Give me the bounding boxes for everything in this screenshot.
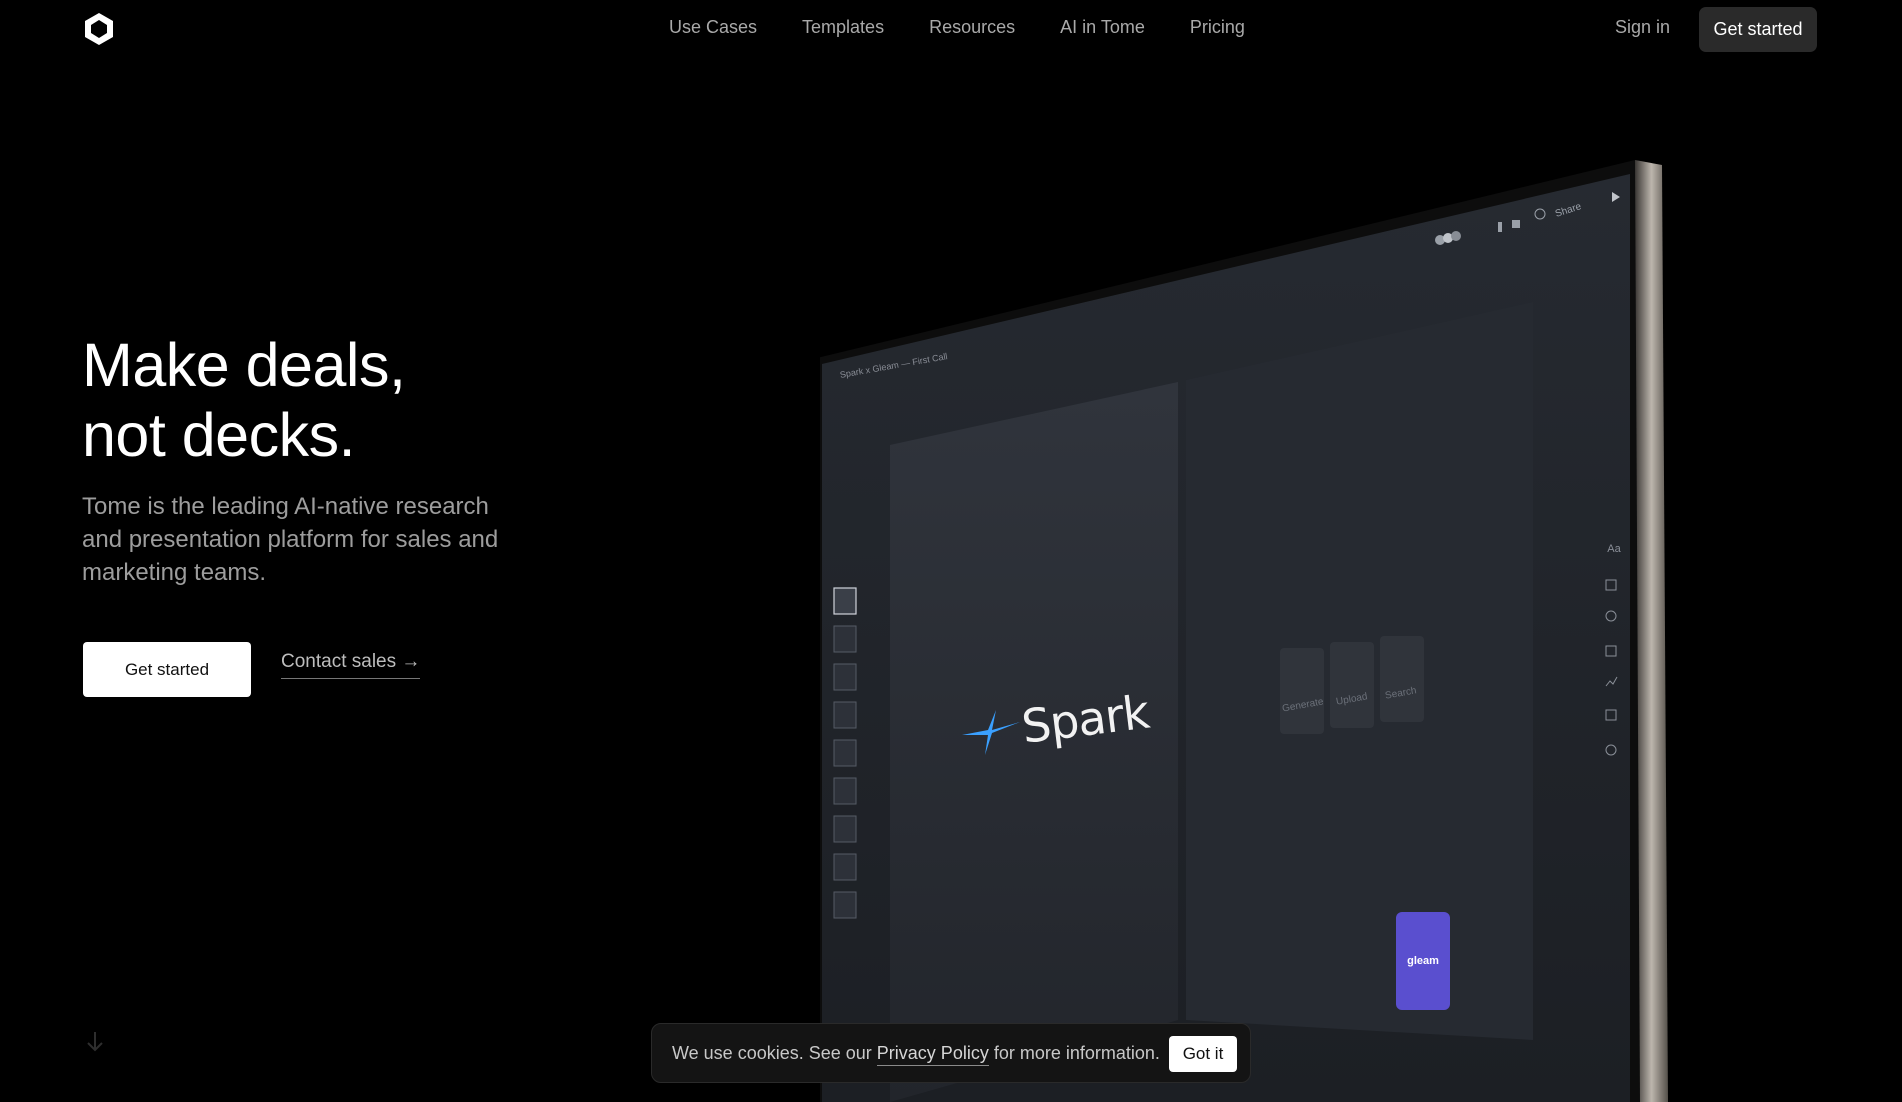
privacy-policy-link[interactable]: Privacy Policy [876, 1042, 989, 1066]
nav-link-resources[interactable]: Resources [929, 17, 1015, 38]
tome-logo-icon[interactable] [82, 12, 116, 46]
cookie-text-before: We use cookies. See our [672, 1042, 872, 1063]
hero-title-line1: Make deals, [82, 331, 406, 399]
hero-title: Make deals, not decks. [82, 330, 406, 470]
cookie-text-after: for more information. [993, 1042, 1160, 1063]
device-frame [820, 160, 1668, 1102]
nav-link-templates[interactable]: Templates [802, 17, 884, 38]
gleam-logo-card[interactable]: gleam [1396, 912, 1450, 1010]
nav-links: Use Cases Templates Resources AI in Tome… [669, 17, 1245, 38]
hero-title-line2: not decks. [82, 401, 356, 469]
hero-subtitle: Tome is the leading AI-native research a… [82, 493, 499, 586]
slide-thumbnails[interactable] [833, 587, 857, 919]
arrow-down-icon[interactable] [85, 1030, 105, 1054]
nav-get-started-button[interactable]: Get started [1699, 7, 1817, 52]
text-tool-icon[interactable]: Aa [1606, 543, 1622, 555]
sign-in-link[interactable]: Sign in [1615, 17, 1670, 38]
cookie-accept-button[interactable]: Got it [1169, 1036, 1237, 1072]
nav-link-use-cases[interactable]: Use Cases [669, 17, 757, 38]
generate-tool-tile[interactable] [1280, 648, 1324, 734]
contact-sales-link[interactable]: Contact sales → [281, 651, 421, 679]
search-tool-tile[interactable] [1380, 636, 1424, 722]
upload-tool-tile[interactable] [1330, 642, 1374, 728]
hero-get-started-button[interactable]: Get started [83, 642, 251, 697]
product-mockup-device: Share [820, 150, 1680, 1102]
top-navigation: Use Cases Templates Resources AI in Tome… [0, 0, 1902, 58]
nav-link-pricing[interactable]: Pricing [1190, 17, 1245, 38]
cookie-banner: We use cookies. See our Privacy Policy f… [651, 1023, 1251, 1083]
cookie-text: We use cookies. See our Privacy Policy f… [672, 1042, 1160, 1066]
nav-link-ai-in-tome[interactable]: AI in Tome [1060, 17, 1145, 38]
